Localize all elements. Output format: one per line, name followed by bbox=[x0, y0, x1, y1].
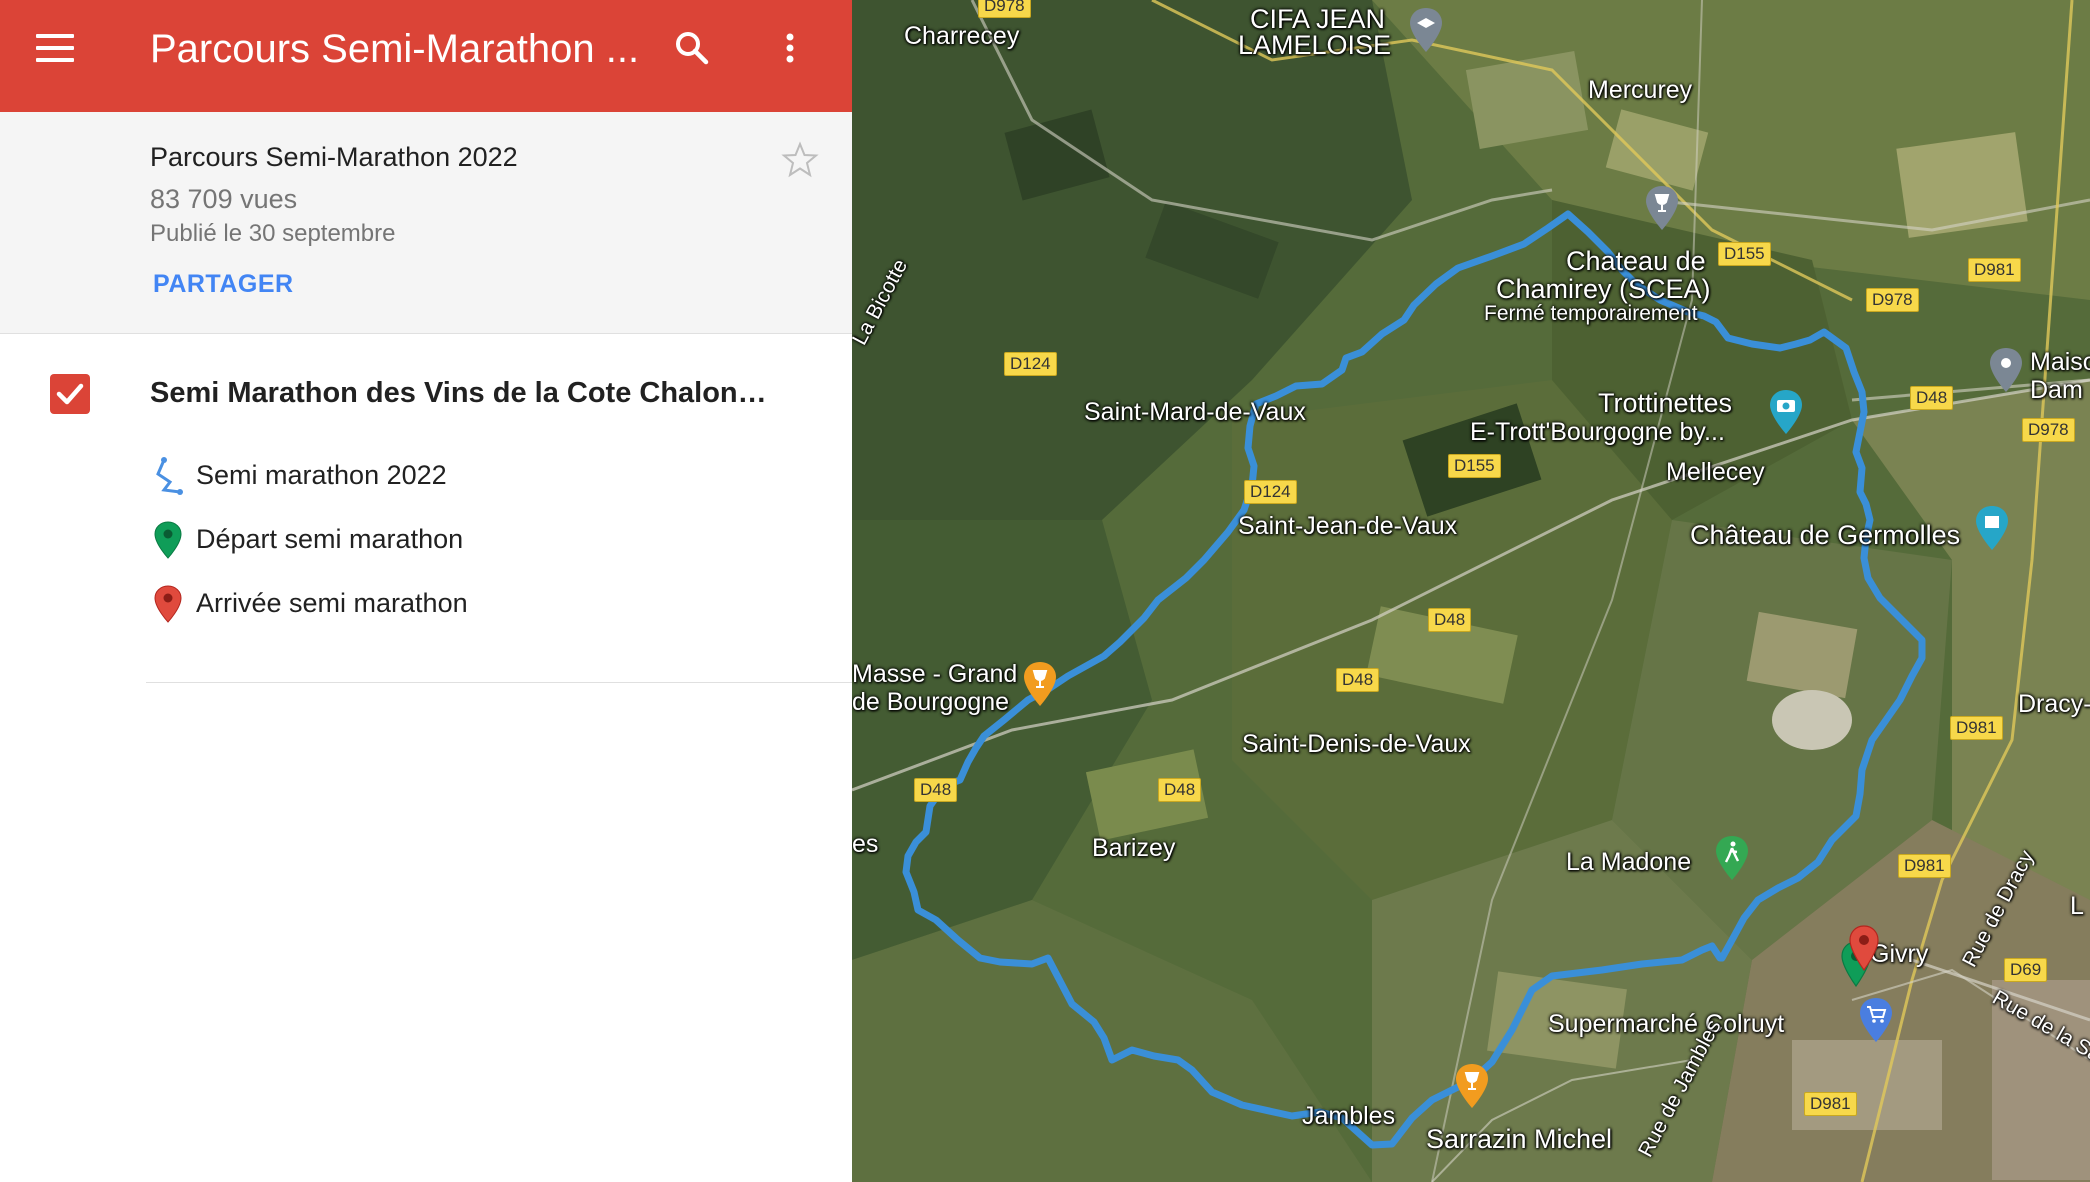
place-label: Barizey bbox=[1092, 834, 1176, 862]
layer-title[interactable]: Semi Marathon des Vins de la Cote Chalon… bbox=[150, 377, 790, 410]
road-shield: D48 bbox=[1910, 386, 1954, 410]
place-label: Mercurey bbox=[1588, 76, 1693, 104]
feature-item-start[interactable]: Départ semi marathon bbox=[150, 520, 790, 568]
road-shield: D48 bbox=[1428, 608, 1472, 632]
castle-icon[interactable] bbox=[1972, 504, 2012, 554]
road-shield: D48 bbox=[1158, 778, 1202, 802]
more-options-icon[interactable] bbox=[770, 28, 810, 68]
road-shield: D124 bbox=[1004, 352, 1057, 376]
place-label: Chamirey (SCEA) bbox=[1496, 274, 1711, 304]
place-label: Château de Germolles bbox=[1690, 520, 1961, 550]
road-shield: D69 bbox=[2004, 958, 2048, 982]
road-shield: D981 bbox=[1950, 716, 2003, 740]
feature-label: Départ semi marathon bbox=[196, 524, 464, 554]
place-label: Masse - Grand bbox=[852, 660, 1018, 688]
road-shield: D124 bbox=[1244, 480, 1297, 504]
divider bbox=[146, 682, 852, 683]
road-shield: D48 bbox=[914, 778, 958, 802]
road-shield: D981 bbox=[1968, 258, 2021, 282]
place-label: de Bourgogne bbox=[852, 688, 1010, 716]
publish-date: Publié le 30 septembre bbox=[150, 220, 396, 247]
shopping-cart-icon[interactable] bbox=[1856, 996, 1896, 1046]
place-label: Saint-Jean-de-Vaux bbox=[1238, 512, 1458, 540]
share-button[interactable]: PARTAGER bbox=[153, 270, 294, 299]
place-label: La Madone bbox=[1566, 848, 1692, 876]
map-sidebar: Parcours Semi-Marathon ... Parcours Semi… bbox=[0, 0, 852, 1182]
place-marker-icon[interactable] bbox=[1986, 346, 2026, 396]
place-label: es bbox=[852, 830, 879, 858]
feature-label: Semi marathon 2022 bbox=[196, 460, 447, 490]
road-shield: D978 bbox=[978, 0, 1031, 18]
road-shield: D981 bbox=[1898, 854, 1951, 878]
place-label: Sarrazin Michel bbox=[1426, 1124, 1613, 1154]
place-label: Maiso bbox=[2030, 348, 2090, 376]
road-shield: D155 bbox=[1448, 454, 1501, 478]
winery-icon[interactable] bbox=[1020, 660, 1060, 710]
layer-checkbox[interactable] bbox=[50, 374, 90, 414]
route-line-icon bbox=[150, 456, 186, 496]
feature-label: Arrivée semi marathon bbox=[196, 588, 468, 618]
school-icon[interactable] bbox=[1406, 6, 1446, 56]
place-label: Mellecey bbox=[1666, 458, 1765, 486]
red-pin-icon bbox=[150, 584, 186, 624]
app-title: Parcours Semi-Marathon ... bbox=[150, 27, 640, 71]
winery-icon[interactable] bbox=[1642, 184, 1682, 234]
road-shield: D981 bbox=[1804, 1092, 1857, 1116]
view-count: 83 709 vues bbox=[150, 184, 298, 214]
place-label: Charrecey bbox=[904, 22, 1020, 50]
app-header: Parcours Semi-Marathon ... bbox=[0, 0, 852, 112]
place-label: LAMELOISE bbox=[1238, 30, 1392, 60]
place-label: Saint-Mard-de-Vaux bbox=[1084, 398, 1306, 426]
winery-icon[interactable] bbox=[1452, 1062, 1492, 1112]
place-label: L bbox=[2070, 892, 2084, 920]
star-icon[interactable] bbox=[780, 140, 820, 180]
road-shield: D155 bbox=[1718, 242, 1771, 266]
map-terrain bbox=[852, 0, 2090, 1182]
place-label: Dam bbox=[2030, 376, 2083, 404]
satellite-map[interactable]: Charrecey CIFA JEAN LAMELOISE Mercurey C… bbox=[852, 0, 2090, 1182]
place-label: Fermé temporairement bbox=[1484, 302, 1698, 325]
feature-item-finish[interactable]: Arrivée semi marathon bbox=[150, 584, 790, 632]
place-label: Chateau de bbox=[1566, 246, 1706, 276]
road-shield: D48 bbox=[1336, 668, 1380, 692]
place-label: E-Trott'Bourgogne by... bbox=[1470, 418, 1725, 446]
green-pin-icon bbox=[150, 520, 186, 560]
road-shield: D978 bbox=[1866, 288, 1919, 312]
map-info-section: Parcours Semi-Marathon 2022 83 709 vues … bbox=[0, 112, 852, 334]
place-label: Saint-Denis-de-Vaux bbox=[1242, 730, 1471, 758]
map-name: Parcours Semi-Marathon 2022 bbox=[150, 142, 518, 172]
place-label: Trottinettes bbox=[1598, 388, 1733, 418]
finish-pin-icon[interactable] bbox=[1844, 924, 1884, 974]
feature-item-route[interactable]: Semi marathon 2022 bbox=[150, 456, 790, 504]
camera-icon[interactable] bbox=[1766, 388, 1806, 438]
place-label: Jambles bbox=[1302, 1102, 1396, 1130]
road-shield: D978 bbox=[2022, 418, 2075, 442]
hamburger-menu-icon[interactable] bbox=[36, 34, 74, 64]
place-label: Supermarché Colruyt bbox=[1548, 1010, 1785, 1038]
place-label: Dracy- bbox=[2018, 690, 2090, 718]
hiking-icon[interactable] bbox=[1712, 834, 1752, 884]
search-icon[interactable] bbox=[672, 28, 712, 68]
